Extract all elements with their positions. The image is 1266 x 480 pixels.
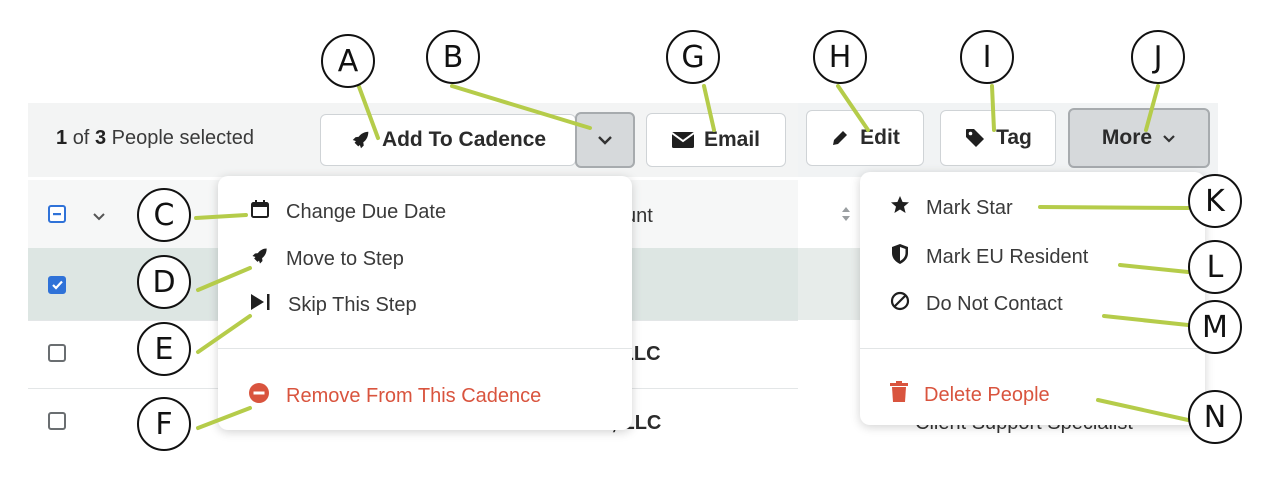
pencil-icon — [830, 128, 850, 148]
select-menu-chevron-icon[interactable] — [92, 208, 106, 226]
add-to-cadence-label: Add To Cadence — [381, 128, 547, 151]
star-icon — [890, 195, 910, 221]
callout-k: K — [1188, 174, 1242, 228]
callout-h: H — [813, 30, 867, 84]
table-row-extension — [798, 248, 860, 320]
menu-divider — [218, 348, 632, 349]
row-checkbox[interactable] — [48, 344, 66, 362]
more-dropdown-menu: Mark Star Mark EU Resident Do Not Contac… — [860, 172, 1205, 425]
change-due-date-label: Change Due Date — [286, 200, 447, 223]
chevron-down-icon — [597, 135, 613, 145]
tag-icon — [964, 127, 986, 149]
more-label: More — [1101, 126, 1153, 149]
prohibited-icon — [890, 291, 910, 317]
change-due-date-item[interactable]: Change Due Date — [250, 199, 446, 225]
add-to-cadence-button[interactable]: Add To Cadence — [320, 114, 576, 166]
mark-eu-resident-item[interactable]: Mark EU Resident — [890, 243, 1088, 271]
cadence-options-dropdown-button[interactable] — [575, 112, 635, 168]
email-label: Email — [703, 128, 761, 151]
callout-m: M — [1188, 300, 1242, 354]
select-all-checkbox[interactable] — [48, 205, 66, 223]
remove-from-cadence-label: Remove From This Cadence — [286, 384, 542, 407]
calendar-icon — [250, 199, 270, 225]
callout-c: C — [137, 188, 191, 242]
selection-count: 1 of 3 People selected — [56, 127, 254, 149]
shield-icon — [890, 243, 910, 271]
delete-people-item[interactable]: Delete People — [890, 381, 1050, 409]
envelope-icon — [671, 132, 694, 148]
minus-circle-icon — [248, 382, 270, 410]
skip-this-step-label: Skip This Step — [288, 293, 417, 316]
tag-button[interactable]: Tag — [940, 110, 1056, 166]
callout-e: E — [137, 322, 191, 376]
move-to-step-item[interactable]: Move to Step — [250, 246, 404, 272]
mark-star-label: Mark Star — [926, 196, 1013, 219]
callout-a: A — [321, 34, 375, 88]
row-checkbox[interactable] — [48, 412, 66, 430]
tag-label: Tag — [996, 126, 1032, 149]
skip-this-step-item[interactable]: Skip This Step — [250, 292, 417, 318]
chevron-down-icon — [1162, 134, 1176, 143]
trash-icon — [890, 381, 908, 409]
callout-l: L — [1188, 240, 1242, 294]
callout-j: J — [1131, 30, 1185, 84]
more-button[interactable]: More — [1068, 108, 1210, 168]
row-checkbox[interactable] — [48, 276, 66, 294]
edit-label: Edit — [860, 126, 900, 149]
remove-from-cadence-item[interactable]: Remove From This Cadence — [248, 382, 541, 410]
move-to-step-label: Move to Step — [286, 247, 404, 270]
skip-icon — [250, 292, 272, 318]
do-not-contact-item[interactable]: Do Not Contact — [890, 291, 1063, 317]
edit-button[interactable]: Edit — [806, 110, 924, 166]
email-button[interactable]: Email — [646, 113, 786, 167]
rocket-icon — [350, 129, 372, 151]
callout-g: G — [666, 30, 720, 84]
callout-b: B — [426, 30, 480, 84]
sort-icon[interactable] — [840, 205, 852, 228]
callout-d: D — [137, 255, 191, 309]
do-not-contact-label: Do Not Contact — [926, 292, 1063, 315]
mark-eu-resident-label: Mark EU Resident — [926, 245, 1089, 268]
mark-star-item[interactable]: Mark Star — [890, 195, 1013, 221]
callout-f: F — [137, 397, 191, 451]
menu-divider — [860, 348, 1205, 349]
rocket-icon — [250, 246, 270, 272]
delete-people-label: Delete People — [924, 383, 1050, 406]
cadence-dropdown-menu: Change Due Date Move to Step Skip This S… — [218, 176, 632, 430]
callout-i: I — [960, 30, 1014, 84]
callout-n: N — [1188, 390, 1242, 444]
